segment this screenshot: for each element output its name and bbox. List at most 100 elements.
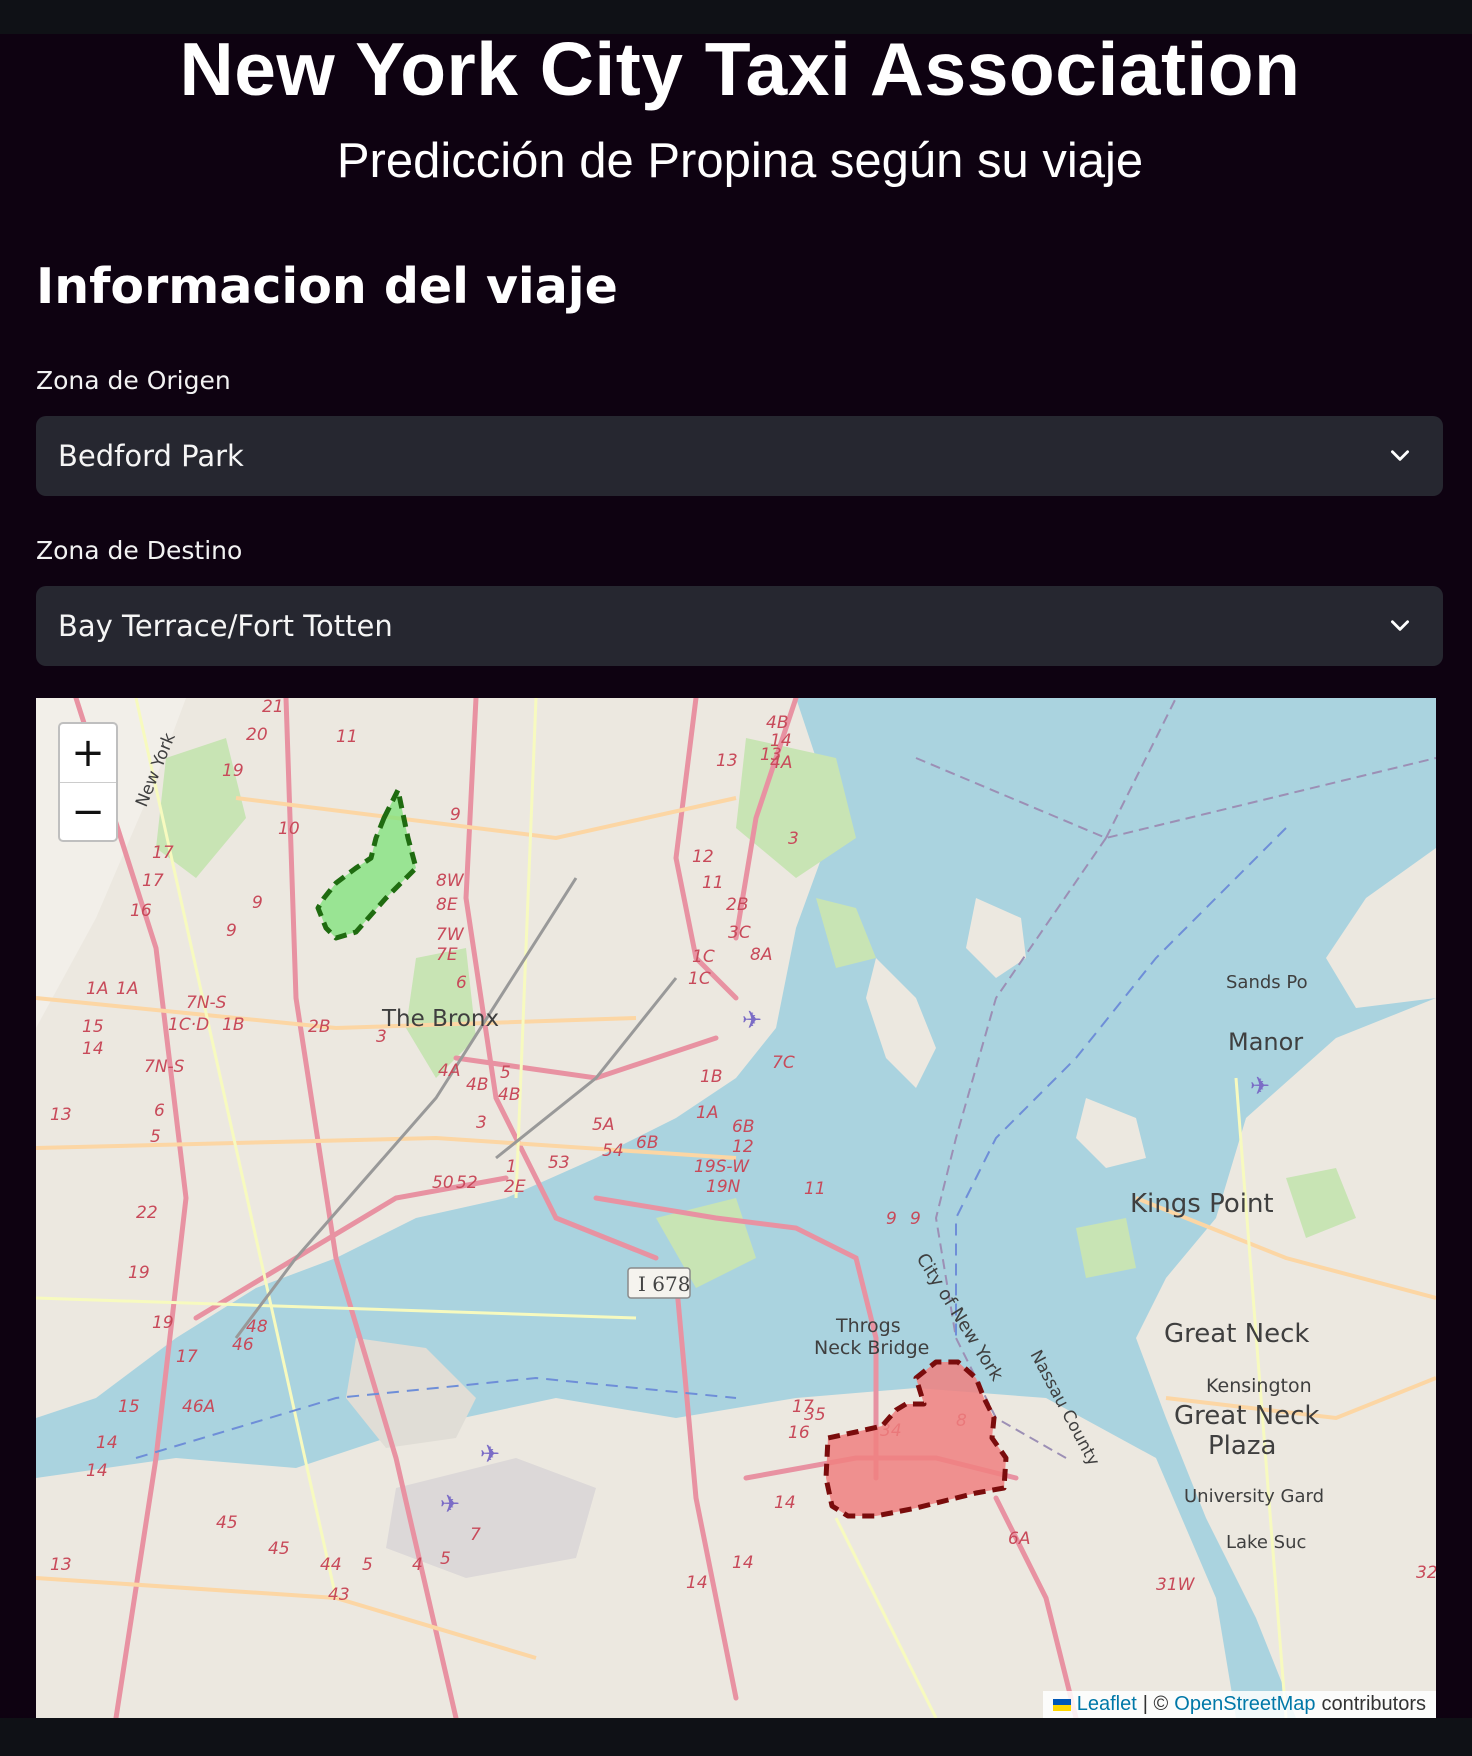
zoom-in-button[interactable]: +	[60, 724, 116, 783]
svg-text:1C: 1C	[692, 947, 715, 967]
svg-text:14: 14	[770, 731, 792, 751]
svg-text:9: 9	[450, 805, 461, 825]
svg-text:2E: 2E	[504, 1177, 526, 1197]
svg-text:3: 3	[476, 1113, 487, 1133]
svg-text:The Bronx: The Bronx	[381, 1006, 499, 1032]
svg-text:9: 9	[886, 1209, 897, 1229]
svg-text:48: 48	[246, 1317, 268, 1337]
svg-text:4B: 4B	[466, 1075, 488, 1095]
svg-text:53: 53	[548, 1153, 570, 1173]
svg-text:✈: ✈	[480, 1440, 500, 1468]
svg-text:Neck Bridge: Neck Bridge	[814, 1337, 929, 1359]
svg-text:16: 16	[130, 901, 152, 921]
svg-text:9: 9	[252, 893, 263, 913]
svg-text:9: 9	[910, 1209, 921, 1229]
svg-text:Great Neck: Great Neck	[1174, 1401, 1319, 1431]
svg-text:15: 15	[82, 1017, 104, 1037]
chevron-down-icon	[1391, 450, 1409, 461]
svg-text:5: 5	[362, 1555, 373, 1575]
svg-text:5A: 5A	[592, 1115, 614, 1135]
svg-text:17: 17	[142, 871, 164, 891]
svg-text:I 678: I 678	[638, 1272, 690, 1296]
svg-text:✈: ✈	[742, 1006, 762, 1034]
svg-text:11: 11	[804, 1179, 826, 1199]
origin-select-value: Bedford Park	[58, 439, 244, 473]
svg-text:7C: 7C	[772, 1053, 795, 1073]
svg-text:19S-W: 19S-W	[694, 1157, 750, 1177]
origin-label: Zona de Origen	[36, 366, 231, 395]
svg-text:Kings Point: Kings Point	[1130, 1189, 1274, 1219]
svg-text:4A: 4A	[770, 753, 792, 773]
svg-text:14: 14	[82, 1039, 104, 1059]
svg-text:6A: 6A	[1008, 1529, 1030, 1549]
svg-text:4A: 4A	[438, 1061, 460, 1081]
svg-text:Kensington: Kensington	[1206, 1375, 1312, 1397]
svg-text:University Gard: University Gard	[1184, 1486, 1324, 1507]
svg-text:12: 12	[692, 847, 714, 867]
svg-text:3: 3	[788, 829, 799, 849]
svg-text:4B: 4B	[498, 1085, 520, 1105]
destination-select[interactable]: Bay Terrace/Fort Totten	[36, 586, 1443, 666]
zoom-control: + −	[58, 722, 118, 842]
svg-text:Plaza: Plaza	[1208, 1431, 1276, 1461]
svg-text:1: 1	[506, 1157, 517, 1177]
leaflet-link[interactable]: Leaflet	[1077, 1693, 1137, 1716]
svg-text:✈: ✈	[1250, 1072, 1270, 1100]
svg-text:Great Neck: Great Neck	[1164, 1319, 1309, 1349]
svg-text:1A: 1A	[86, 979, 108, 999]
svg-text:11: 11	[336, 727, 358, 747]
trip-map[interactable]: ✈ ✈ ✈ ✈ 21 20 11 19 10 17 17 16 9 9 9 8W 8E 7W 7E …	[36, 698, 1436, 1718]
svg-text:17: 17	[152, 843, 174, 863]
svg-text:Lake Suc: Lake Suc	[1226, 1532, 1306, 1553]
svg-text:4B: 4B	[766, 713, 788, 733]
svg-text:46A: 46A	[182, 1397, 215, 1417]
svg-text:13: 13	[716, 751, 738, 771]
svg-text:14: 14	[86, 1461, 108, 1481]
svg-text:8E: 8E	[436, 895, 458, 915]
ukraine-flag-icon	[1052, 1698, 1071, 1711]
svg-text:10: 10	[278, 819, 300, 839]
svg-text:3C: 3C	[728, 923, 751, 943]
svg-text:5: 5	[500, 1063, 511, 1083]
svg-text:35: 35	[804, 1405, 826, 1425]
svg-text:54: 54	[602, 1141, 624, 1161]
page-subtitle: Predicción de Propina según su viaje	[336, 134, 1144, 188]
bottom-bar	[0, 1718, 1472, 1756]
svg-text:7: 7	[470, 1525, 481, 1545]
svg-text:44: 44	[320, 1555, 342, 1575]
svg-text:6B: 6B	[636, 1133, 658, 1153]
trip-info-heading: Informacion del viaje	[36, 258, 618, 315]
svg-text:1C·D: 1C·D	[168, 1015, 209, 1035]
svg-text:7N-S: 7N-S	[144, 1057, 185, 1077]
attribution-suffix: contributors	[1321, 1693, 1427, 1715]
svg-text:16: 16	[788, 1423, 810, 1443]
zoom-out-button[interactable]: −	[60, 783, 116, 841]
svg-text:✈: ✈	[440, 1490, 460, 1518]
svg-text:12: 12	[732, 1137, 754, 1157]
svg-text:50: 50	[432, 1173, 454, 1193]
svg-text:6: 6	[154, 1101, 165, 1121]
map-tiles: ✈ ✈ ✈ ✈ 2120 11 191017 1716 9 998W 8E7W7E …	[36, 698, 1436, 1718]
page-title: New York City Taxi Association	[179, 27, 1301, 111]
svg-text:14: 14	[774, 1493, 796, 1513]
svg-text:7E: 7E	[436, 945, 458, 965]
svg-text:19: 19	[222, 761, 244, 781]
svg-text:8A: 8A	[750, 945, 772, 965]
svg-text:22: 22	[136, 1203, 158, 1223]
destination-select-value: Bay Terrace/Fort Totten	[58, 609, 393, 643]
svg-text:2B: 2B	[308, 1017, 330, 1037]
svg-text:8W: 8W	[436, 871, 465, 891]
svg-text:46: 46	[232, 1335, 254, 1355]
svg-text:45: 45	[216, 1513, 238, 1533]
svg-text:7W: 7W	[436, 925, 465, 945]
destination-label: Zona de Destino	[36, 536, 243, 565]
svg-text:7N-S: 7N-S	[186, 993, 227, 1013]
svg-text:1C: 1C	[688, 969, 711, 989]
svg-text:14: 14	[686, 1573, 708, 1593]
svg-text:13: 13	[50, 1555, 72, 1575]
origin-select[interactable]: Bedford Park	[36, 416, 1443, 496]
svg-text:52: 52	[456, 1173, 478, 1193]
openstreetmap-link[interactable]: OpenStreetMap	[1174, 1693, 1315, 1716]
svg-text:19: 19	[128, 1263, 150, 1283]
svg-text:43: 43	[328, 1585, 350, 1605]
